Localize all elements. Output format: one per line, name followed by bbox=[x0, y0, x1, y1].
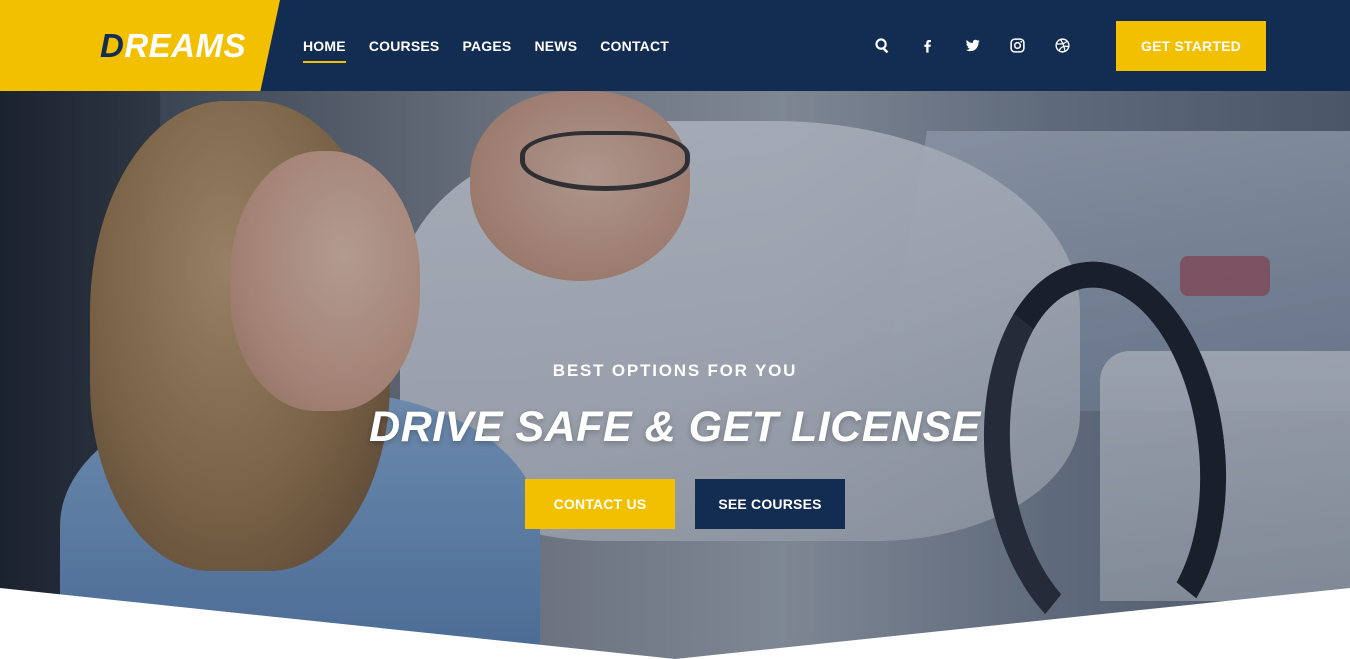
facebook-icon[interactable] bbox=[917, 35, 937, 55]
main-nav: HOME COURSES PAGES NEWS CONTACT bbox=[303, 0, 669, 91]
contact-us-button[interactable]: CONTACT US bbox=[525, 479, 675, 529]
site-header: DREAMS HOME COURSES PAGES NEWS CONTACT G… bbox=[0, 0, 1350, 91]
logo[interactable]: DREAMS bbox=[100, 26, 246, 66]
nav-item-courses[interactable]: COURSES bbox=[369, 36, 440, 56]
search-icon[interactable] bbox=[872, 35, 892, 55]
nav-item-pages[interactable]: PAGES bbox=[462, 36, 511, 56]
instagram-icon[interactable] bbox=[1007, 35, 1027, 55]
header-icons bbox=[872, 35, 1072, 55]
hero-section: BEST OPTIONS FOR YOU DRIVE SAFE & GET LI… bbox=[0, 91, 1350, 659]
hero-title: DRIVE SAFE & GET LICENSE bbox=[369, 403, 981, 451]
twitter-icon[interactable] bbox=[962, 35, 982, 55]
nav-item-contact[interactable]: CONTACT bbox=[600, 36, 669, 56]
get-started-button[interactable]: GET STARTED bbox=[1116, 21, 1266, 71]
dribbble-icon[interactable] bbox=[1052, 35, 1072, 55]
logo-rest: REAMS bbox=[124, 27, 247, 64]
hero-subtitle: BEST OPTIONS FOR YOU bbox=[552, 361, 798, 380]
nav-item-news[interactable]: NEWS bbox=[534, 36, 577, 56]
logo-first-letter: D bbox=[100, 27, 125, 64]
nav-item-home[interactable]: HOME bbox=[303, 36, 346, 63]
see-courses-button[interactable]: SEE COURSES bbox=[695, 479, 845, 529]
